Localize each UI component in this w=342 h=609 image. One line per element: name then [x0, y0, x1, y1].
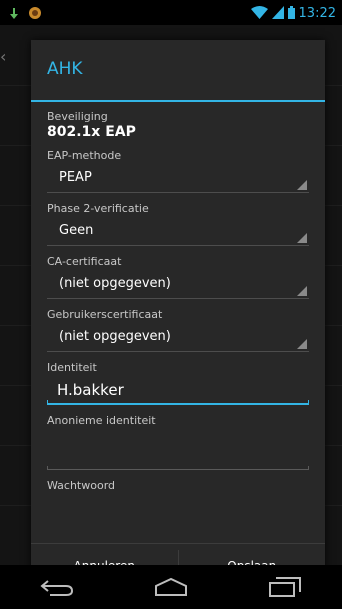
notification-area — [10, 5, 42, 24]
field-tick — [308, 400, 309, 405]
battery-icon — [287, 4, 295, 23]
field-tick — [47, 400, 48, 405]
eap-method-value: PEAP — [59, 170, 92, 185]
anon-identity-input[interactable] — [47, 430, 325, 468]
anon-identity-label: Anonieme identiteit — [47, 414, 156, 427]
back-icon[interactable] — [27, 567, 87, 607]
phase2-value: Geen — [59, 223, 94, 238]
ca-cert-label: CA-certificaat — [47, 255, 122, 268]
phase2-spinner[interactable]: Geen — [47, 217, 309, 246]
dropdown-arrow-icon — [297, 339, 307, 349]
dropdown-arrow-icon — [297, 180, 307, 190]
phase2-section: Phase 2-verificatie Geen — [47, 202, 309, 246]
security-value: 802.1x EAP — [47, 124, 136, 140]
dialog-body: Beveiliging 802.1x EAP EAP-methode PEAP … — [31, 102, 325, 492]
eap-method-section: EAP-methode PEAP — [47, 149, 309, 193]
user-cert-spinner[interactable]: (niet opgegeven) — [47, 323, 309, 352]
user-cert-section: Gebruikerscertificaat (niet opgegeven) — [47, 308, 309, 352]
dialog-title: AHK — [47, 59, 83, 79]
ca-cert-spinner[interactable]: (niet opgegeven) — [47, 270, 309, 299]
security-section: Beveiliging 802.1x EAP — [47, 110, 309, 140]
wifi-icon — [250, 4, 268, 23]
password-label: Wachtwoord — [47, 479, 116, 492]
anon-identity-field[interactable] — [47, 430, 325, 470]
chevron-left-icon: ‹ — [0, 47, 7, 66]
security-label: Beveiliging — [47, 110, 108, 123]
field-tick — [308, 466, 309, 470]
download-icon — [10, 5, 18, 24]
identity-field[interactable] — [47, 377, 325, 405]
eap-method-spinner[interactable]: PEAP — [47, 164, 309, 193]
navigation-bar — [0, 565, 342, 609]
identity-label: Identiteit — [47, 361, 97, 374]
app-notification-icon — [28, 5, 42, 24]
user-cert-value: (niet opgegeven) — [59, 329, 171, 344]
recent-apps-icon[interactable] — [255, 567, 315, 607]
ca-cert-section: CA-certificaat (niet opgegeven) — [47, 255, 309, 299]
identity-input[interactable] — [47, 377, 325, 403]
system-icons: 13:22 — [250, 4, 336, 23]
wifi-config-dialog: AHK Beveiliging 802.1x EAP EAP-methode P… — [31, 40, 325, 588]
clock: 13:22 — [298, 6, 336, 21]
password-section: Wachtwoord — [47, 479, 309, 492]
anon-identity-section: Anonieme identiteit — [47, 414, 325, 470]
dropdown-arrow-icon — [297, 233, 307, 243]
ca-cert-value: (niet opgegeven) — [59, 276, 171, 291]
home-icon[interactable] — [141, 567, 201, 607]
field-underline — [47, 403, 309, 405]
eap-method-label: EAP-methode — [47, 149, 122, 162]
signal-icon — [271, 4, 284, 23]
field-underline — [47, 469, 309, 470]
identity-section: Identiteit — [47, 361, 325, 405]
field-tick — [47, 466, 48, 470]
dropdown-arrow-icon — [297, 286, 307, 296]
phase2-label: Phase 2-verificatie — [47, 202, 149, 215]
status-bar: 13:22 — [0, 0, 342, 25]
user-cert-label: Gebruikerscertificaat — [47, 308, 163, 321]
